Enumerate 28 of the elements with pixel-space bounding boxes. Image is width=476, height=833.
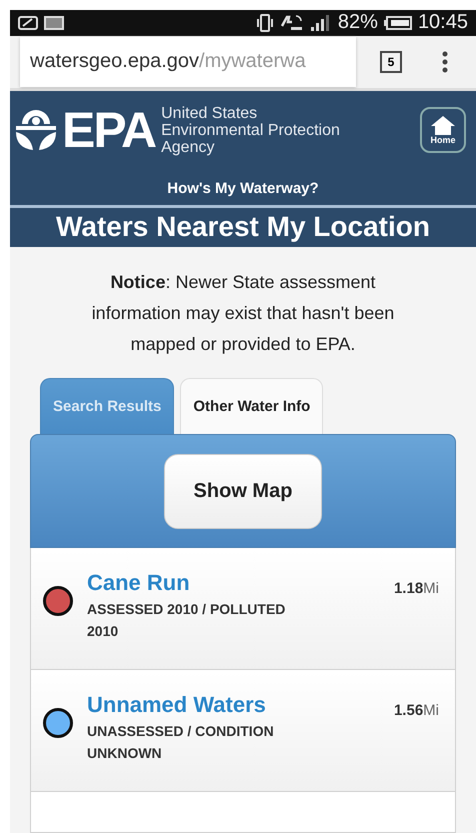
clock: 10:45 [418, 11, 468, 34]
home-icon [430, 115, 456, 135]
water-name: Cane Run [87, 570, 190, 596]
distance: 1.18Mi [394, 580, 439, 597]
vibrate-icon [256, 14, 274, 32]
show-map-button[interactable]: Show Map [164, 454, 322, 528]
notification-icon [18, 16, 38, 30]
menu-icon[interactable] [442, 50, 448, 73]
result-row[interactable]: Unnamed Waters UNASSESSED / CONDITION UNKNOWN 1.56Mi [30, 670, 456, 792]
epa-logo-text: EPA [62, 105, 156, 155]
result-row[interactable]: Cane Run ASSESSED 2010 / POLLUTED 2010 1.18Mi [30, 548, 456, 670]
tab[interactable]: Other Water Info [180, 378, 324, 434]
signal-icon [310, 14, 332, 31]
assessment-status: ASSESSED 2010 / POLLUTED 2010 [87, 600, 286, 641]
home-button[interactable]: Home [420, 107, 466, 153]
battery-icon [384, 16, 412, 30]
notice-text: Notice: Newer State assessment information may exist that hasn't been mapped or provided to EPA. [90, 271, 396, 356]
url-field[interactable]: watersgeo.epa.gov/mywaterwa [20, 36, 356, 87]
network-icon [280, 14, 304, 32]
water-name: Unnamed Waters [87, 692, 266, 718]
battery-percent: 82% [338, 11, 378, 34]
tab-count-button[interactable]: 5 [380, 50, 402, 73]
page-title: Waters Nearest My Location [10, 205, 476, 247]
image-icon [44, 16, 64, 30]
agency-name: United States Environmental Protection Agency [161, 104, 341, 156]
app-name: How's My Waterway? [167, 179, 319, 199]
assessment-status: UNASSESSED / CONDITION UNKNOWN [87, 722, 275, 763]
distance: 1.56Mi [394, 702, 439, 719]
